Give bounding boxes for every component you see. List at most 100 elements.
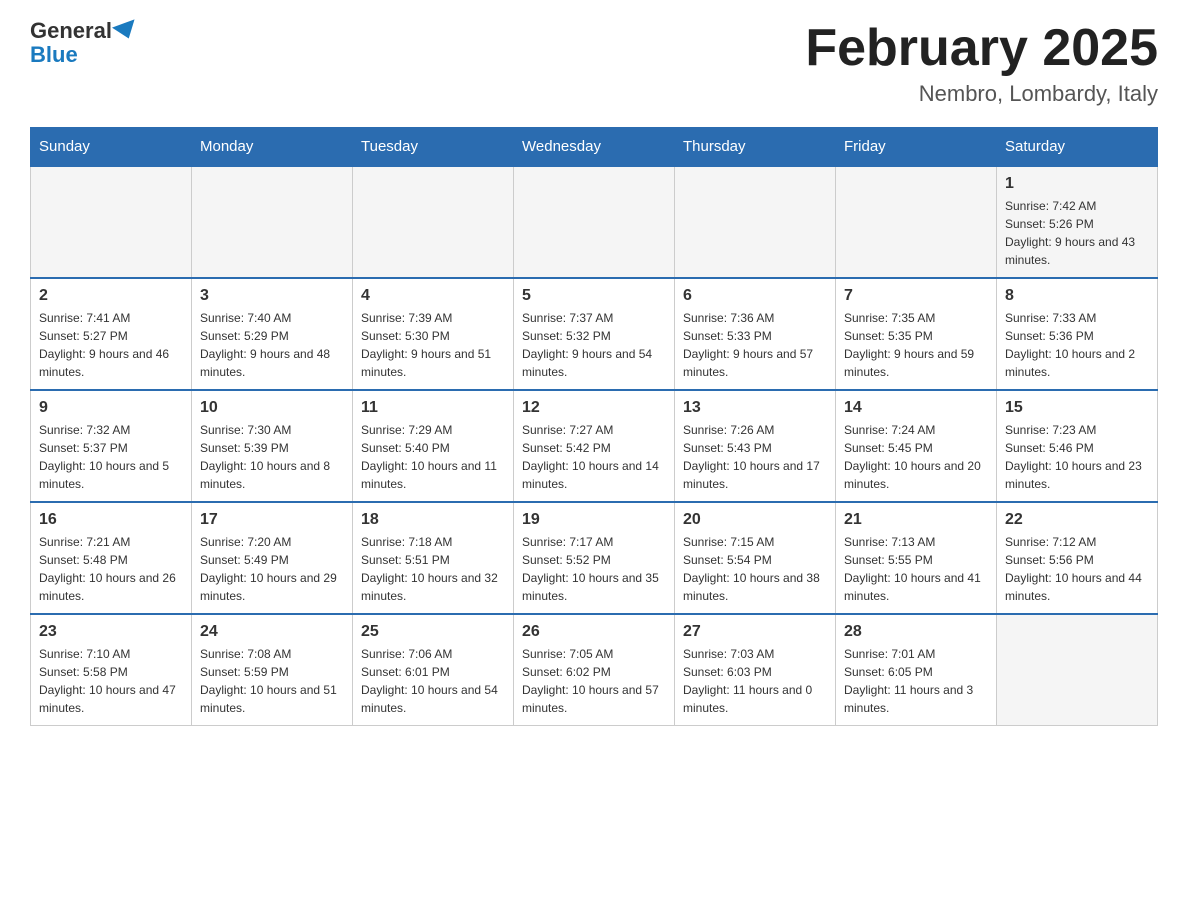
day-number: 6 <box>683 287 827 305</box>
day-number: 15 <box>1005 399 1149 417</box>
calendar-title: February 2025 <box>805 20 1158 77</box>
calendar-cell: 12Sunrise: 7:27 AM Sunset: 5:42 PM Dayli… <box>514 390 675 502</box>
day-info: Sunrise: 7:37 AM Sunset: 5:32 PM Dayligh… <box>522 309 666 381</box>
day-number: 19 <box>522 511 666 529</box>
day-info: Sunrise: 7:12 AM Sunset: 5:56 PM Dayligh… <box>1005 533 1149 605</box>
calendar-header-row: SundayMondayTuesdayWednesdayThursdayFrid… <box>31 128 1158 167</box>
calendar-cell <box>997 614 1158 726</box>
day-number: 14 <box>844 399 988 417</box>
calendar-week-row: 1Sunrise: 7:42 AM Sunset: 5:26 PM Daylig… <box>31 166 1158 278</box>
calendar-week-row: 16Sunrise: 7:21 AM Sunset: 5:48 PM Dayli… <box>31 502 1158 614</box>
day-info: Sunrise: 7:23 AM Sunset: 5:46 PM Dayligh… <box>1005 421 1149 493</box>
calendar-cell: 24 Sunrise: 7:08 AM Sunset: 5:59 PM Dayli… <box>192 614 353 726</box>
day-number: 21 <box>844 511 988 529</box>
calendar-cell: 3 Sunrise: 7:40 AM Sunset: 5:29 PM Daylig… <box>192 278 353 390</box>
day-info: Sunrise: 7:26 AM Sunset: 5:43 PM Dayligh… <box>683 421 827 493</box>
logo-blue-text: Blue <box>30 42 78 67</box>
calendar-cell: 23 Sunrise: 7:10 AM Sunset: 5:58 PM Dayli… <box>31 614 192 726</box>
calendar-cell: 13Sunrise: 7:26 AM Sunset: 5:43 PM Dayli… <box>675 390 836 502</box>
calendar-cell: 9 Sunrise: 7:32 AM Sunset: 5:37 PM Daylig… <box>31 390 192 502</box>
day-info: Sunrise: 7:30 AM Sunset: 5:39 PM Dayligh… <box>200 421 344 493</box>
logo-arrow-icon <box>112 19 140 42</box>
day-info: Sunrise: 7:32 AM Sunset: 5:37 PM Dayligh… <box>39 421 183 493</box>
day-number: 25 <box>361 623 505 641</box>
logo: General Blue <box>30 20 138 68</box>
day-number: 3 <box>200 287 344 305</box>
calendar-cell: 6 Sunrise: 7:36 AM Sunset: 5:33 PM Daylig… <box>675 278 836 390</box>
day-number: 26 <box>522 623 666 641</box>
day-info: Sunrise: 7:01 AM Sunset: 6:05 PM Dayligh… <box>844 645 988 717</box>
calendar-week-row: 23 Sunrise: 7:10 AM Sunset: 5:58 PM Dayli… <box>31 614 1158 726</box>
calendar-cell <box>836 166 997 278</box>
calendar-week-row: 9 Sunrise: 7:32 AM Sunset: 5:37 PM Daylig… <box>31 390 1158 502</box>
day-info: Sunrise: 7:35 AM Sunset: 5:35 PM Dayligh… <box>844 309 988 381</box>
day-info: Sunrise: 7:39 AM Sunset: 5:30 PM Dayligh… <box>361 309 505 381</box>
day-info: Sunrise: 7:17 AM Sunset: 5:52 PM Dayligh… <box>522 533 666 605</box>
calendar-cell: 27 Sunrise: 7:03 AM Sunset: 6:03 PM Dayli… <box>675 614 836 726</box>
day-info: Sunrise: 7:15 AM Sunset: 5:54 PM Dayligh… <box>683 533 827 605</box>
day-number: 10 <box>200 399 344 417</box>
day-number: 12 <box>522 399 666 417</box>
day-number: 27 <box>683 623 827 641</box>
column-header-saturday: Saturday <box>997 128 1158 167</box>
day-number: 17 <box>200 511 344 529</box>
calendar-cell: 18 Sunrise: 7:18 AM Sunset: 5:51 PM Dayli… <box>353 502 514 614</box>
calendar-cell: 21 Sunrise: 7:13 AM Sunset: 5:55 PM Dayli… <box>836 502 997 614</box>
day-number: 4 <box>361 287 505 305</box>
calendar-cell: 17 Sunrise: 7:20 AM Sunset: 5:49 PM Dayli… <box>192 502 353 614</box>
calendar-cell: 7 Sunrise: 7:35 AM Sunset: 5:35 PM Daylig… <box>836 278 997 390</box>
day-info: Sunrise: 7:08 AM Sunset: 5:59 PM Dayligh… <box>200 645 344 717</box>
column-header-tuesday: Tuesday <box>353 128 514 167</box>
calendar-table: SundayMondayTuesdayWednesdayThursdayFrid… <box>30 127 1158 726</box>
calendar-cell <box>675 166 836 278</box>
day-info: Sunrise: 7:40 AM Sunset: 5:29 PM Dayligh… <box>200 309 344 381</box>
column-header-friday: Friday <box>836 128 997 167</box>
calendar-cell <box>514 166 675 278</box>
day-number: 1 <box>1005 175 1149 193</box>
column-header-monday: Monday <box>192 128 353 167</box>
calendar-cell: 26Sunrise: 7:05 AM Sunset: 6:02 PM Dayli… <box>514 614 675 726</box>
calendar-cell <box>31 166 192 278</box>
calendar-cell: 5 Sunrise: 7:37 AM Sunset: 5:32 PM Daylig… <box>514 278 675 390</box>
day-number: 11 <box>361 399 505 417</box>
calendar-cell: 19 Sunrise: 7:17 AM Sunset: 5:52 PM Dayli… <box>514 502 675 614</box>
calendar-cell: 22 Sunrise: 7:12 AM Sunset: 5:56 PM Dayli… <box>997 502 1158 614</box>
calendar-cell: 8Sunrise: 7:33 AM Sunset: 5:36 PM Daylig… <box>997 278 1158 390</box>
day-number: 18 <box>361 511 505 529</box>
logo-general-text: General <box>30 20 112 42</box>
day-number: 20 <box>683 511 827 529</box>
day-info: Sunrise: 7:03 AM Sunset: 6:03 PM Dayligh… <box>683 645 827 717</box>
day-number: 24 <box>200 623 344 641</box>
day-number: 22 <box>1005 511 1149 529</box>
day-info: Sunrise: 7:20 AM Sunset: 5:49 PM Dayligh… <box>200 533 344 605</box>
day-info: Sunrise: 7:10 AM Sunset: 5:58 PM Dayligh… <box>39 645 183 717</box>
column-header-wednesday: Wednesday <box>514 128 675 167</box>
page-header: General Blue February 2025 Nembro, Lomba… <box>30 20 1158 107</box>
column-header-sunday: Sunday <box>31 128 192 167</box>
day-info: Sunrise: 7:21 AM Sunset: 5:48 PM Dayligh… <box>39 533 183 605</box>
day-info: Sunrise: 7:18 AM Sunset: 5:51 PM Dayligh… <box>361 533 505 605</box>
calendar-cell: 20 Sunrise: 7:15 AM Sunset: 5:54 PM Dayli… <box>675 502 836 614</box>
day-number: 7 <box>844 287 988 305</box>
calendar-cell: 2 Sunrise: 7:41 AM Sunset: 5:27 PM Daylig… <box>31 278 192 390</box>
title-area: February 2025 Nembro, Lombardy, Italy <box>805 20 1158 107</box>
day-number: 23 <box>39 623 183 641</box>
calendar-cell <box>353 166 514 278</box>
day-info: Sunrise: 7:24 AM Sunset: 5:45 PM Dayligh… <box>844 421 988 493</box>
column-header-thursday: Thursday <box>675 128 836 167</box>
day-number: 5 <box>522 287 666 305</box>
day-number: 2 <box>39 287 183 305</box>
day-info: Sunrise: 7:13 AM Sunset: 5:55 PM Dayligh… <box>844 533 988 605</box>
day-info: Sunrise: 7:41 AM Sunset: 5:27 PM Dayligh… <box>39 309 183 381</box>
day-number: 9 <box>39 399 183 417</box>
calendar-week-row: 2 Sunrise: 7:41 AM Sunset: 5:27 PM Daylig… <box>31 278 1158 390</box>
calendar-cell: 15 Sunrise: 7:23 AM Sunset: 5:46 PM Dayli… <box>997 390 1158 502</box>
calendar-cell: 25Sunrise: 7:06 AM Sunset: 6:01 PM Dayli… <box>353 614 514 726</box>
day-number: 28 <box>844 623 988 641</box>
day-info: Sunrise: 7:36 AM Sunset: 5:33 PM Dayligh… <box>683 309 827 381</box>
calendar-cell: 14 Sunrise: 7:24 AM Sunset: 5:45 PM Dayli… <box>836 390 997 502</box>
calendar-cell: 10 Sunrise: 7:30 AM Sunset: 5:39 PM Dayli… <box>192 390 353 502</box>
calendar-location: Nembro, Lombardy, Italy <box>805 81 1158 107</box>
calendar-cell <box>192 166 353 278</box>
calendar-cell: 16Sunrise: 7:21 AM Sunset: 5:48 PM Dayli… <box>31 502 192 614</box>
